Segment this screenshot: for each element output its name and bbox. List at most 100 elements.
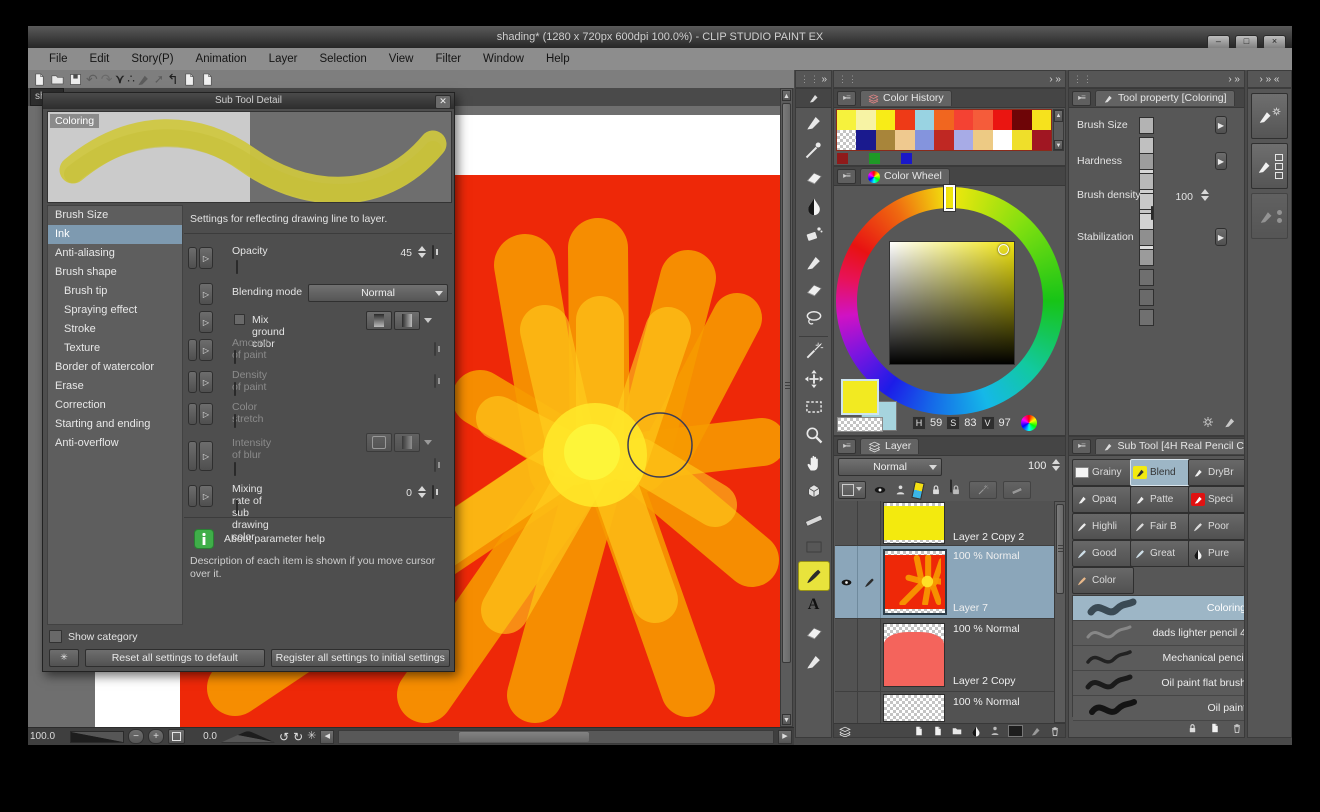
reset-view-icon[interactable]: ✳ — [307, 731, 316, 742]
title-bar[interactable]: shading* (1280 x 720px 600dpi 100.0%) - … — [28, 26, 1292, 48]
color-swatch[interactable] — [895, 110, 914, 130]
lock-settings-icon[interactable] — [1186, 722, 1199, 735]
menu-story[interactable]: Story(P) — [120, 53, 184, 65]
scroll-up-icon[interactable]: ▲ — [1054, 110, 1063, 122]
sv-square[interactable] — [889, 241, 1015, 365]
hscroll-right-icon[interactable]: ▶ — [778, 730, 792, 744]
category-anti-overflow[interactable]: Anti-overflow — [48, 434, 182, 453]
color-swatch[interactable] — [856, 110, 875, 130]
color-swatch[interactable] — [934, 130, 953, 150]
layer-opacity-value[interactable]: 100 — [1028, 460, 1046, 472]
subtool-color[interactable]: Color — [1072, 567, 1134, 594]
panel-menu-icon[interactable]: ▸≡ — [1072, 91, 1091, 106]
tool-text[interactable]: A — [799, 591, 829, 619]
category-spraying-effect[interactable]: Spraying effect — [48, 301, 182, 320]
snap-special-icon[interactable]: ∴ — [127, 72, 133, 86]
tool-pen-alt[interactable] — [799, 647, 829, 675]
mix-dropdown-icon[interactable] — [424, 318, 432, 327]
tool-ruler[interactable] — [799, 505, 829, 533]
menu-window[interactable]: Window — [472, 53, 535, 65]
reset-gear-icon[interactable]: ✳ — [49, 649, 79, 667]
expand-icon[interactable]: › » — [1049, 74, 1061, 85]
dock-tab-brush-size[interactable] — [1251, 193, 1288, 239]
hue-marker[interactable] — [944, 185, 955, 211]
category-brush-shape[interactable]: Brush shape — [48, 263, 182, 282]
tool-hand[interactable] — [799, 449, 829, 477]
tool-lasso[interactable] — [799, 304, 829, 332]
color-swatch[interactable] — [1032, 110, 1051, 130]
rotate-cw-icon[interactable]: ↻ — [293, 731, 303, 743]
brush-dads-lighter-pencil[interactable]: dads lighter pencil 4 — [1073, 621, 1245, 646]
stabilization-segments[interactable] — [1139, 229, 1155, 329]
category-anti-aliasing[interactable]: Anti-aliasing — [48, 244, 182, 263]
expand-icon[interactable]: › » — [1228, 74, 1240, 85]
dialog-close-icon[interactable]: ✕ — [435, 95, 451, 109]
lock-icon[interactable] — [929, 483, 943, 497]
subtool-poor[interactable]: Poor — [1188, 513, 1245, 540]
brush-coloring-selected[interactable]: Coloring — [1073, 596, 1245, 621]
canvas-hscrollbar[interactable] — [338, 730, 774, 744]
color-history-scrollbar[interactable]: ▲ ▼ — [1053, 109, 1064, 151]
layer-visibility-cell[interactable] — [835, 546, 858, 618]
mix-ground-color-checkbox[interactable] — [234, 314, 245, 325]
zoom-slider[interactable] — [70, 731, 124, 743]
layer-opacity-spinner[interactable] — [1050, 459, 1061, 471]
panel-menu-icon[interactable]: ▸≡ — [837, 169, 856, 184]
dock-tab-tool-property[interactable] — [1251, 93, 1288, 139]
new-vector-layer-icon[interactable] — [932, 725, 944, 737]
mixing-rate-spinner[interactable] — [416, 486, 427, 498]
color-swatch[interactable] — [1012, 130, 1031, 150]
opacity-value[interactable]: 45 — [388, 247, 412, 259]
paste-page-icon[interactable] — [200, 72, 215, 87]
tool-gradient[interactable] — [799, 533, 829, 561]
category-erase[interactable]: Erase — [48, 377, 182, 396]
panel-menu-icon[interactable]: ▸≡ — [837, 91, 856, 106]
opacity-dynamics-checkbox[interactable] — [432, 245, 434, 259]
subtool-special[interactable]: Speci — [1188, 486, 1245, 513]
merge-down-icon[interactable] — [989, 725, 1001, 737]
layer-blend-dropdown[interactable]: Normal — [838, 458, 942, 476]
detail-settings-gear-icon[interactable] — [1201, 415, 1215, 429]
dynamics-icon[interactable]: ▷ — [199, 247, 213, 269]
color-swatch[interactable] — [915, 110, 934, 130]
sv-selector[interactable] — [998, 244, 1009, 255]
scroll-up-icon[interactable]: ▲ — [782, 90, 791, 101]
hscroll-left-icon[interactable]: ◀ — [320, 730, 334, 744]
two-tone-pen-icon[interactable] — [911, 481, 924, 500]
subtool-grainy[interactable]: Grainy — [1072, 459, 1134, 486]
layer-visibility-cell[interactable] — [835, 619, 858, 691]
layer-scrollbar[interactable] — [1054, 501, 1066, 723]
combine-mode-icon[interactable] — [838, 481, 866, 499]
tool-marker[interactable] — [799, 248, 829, 276]
layer-row[interactable]: 100 % Normal — [835, 692, 1054, 723]
color-swatch[interactable] — [837, 110, 856, 130]
tool-rect-select[interactable] — [799, 393, 829, 421]
delete-layer-icon[interactable] — [1049, 725, 1061, 738]
save-icon[interactable] — [68, 72, 83, 87]
layer-draw-cell[interactable] — [858, 546, 881, 618]
category-brush-tip[interactable]: Brush tip — [48, 282, 182, 301]
layer-row-selected[interactable]: 100 % Normal Layer 7 — [835, 546, 1054, 619]
transparent-color-swatch[interactable] — [837, 417, 883, 432]
expand-icon[interactable]: » — [821, 74, 827, 85]
dynamics-icon[interactable]: ▷ — [199, 311, 213, 333]
subtool-pure[interactable]: Pure — [1188, 540, 1245, 567]
subtool-blend-selected[interactable]: Blend — [1130, 459, 1192, 486]
brush-density-slider[interactable] — [1151, 206, 1153, 220]
recent-color-swatch[interactable] — [869, 153, 880, 164]
subtool-opaque[interactable]: Opaq — [1072, 486, 1134, 513]
color-swatch[interactable] — [973, 130, 992, 150]
subtool-drybrush[interactable]: DryBr — [1188, 459, 1245, 486]
show-category-checkbox[interactable] — [49, 630, 62, 643]
panel-menu-icon[interactable]: ▸≡ — [1072, 439, 1091, 454]
color-swatch[interactable] — [934, 110, 953, 130]
hscroll-thumb[interactable] — [459, 732, 589, 742]
tool-object[interactable] — [799, 477, 829, 505]
layer-row[interactable]: 100 % Normal Layer 2 Copy — [835, 619, 1054, 692]
menu-filter[interactable]: Filter — [424, 53, 472, 65]
canvas-vscrollbar[interactable]: ▲ ▼ — [780, 88, 793, 727]
opacity-slider[interactable] — [236, 260, 238, 274]
dynamics-icon[interactable]: ▷ — [199, 485, 213, 507]
color-swatch[interactable] — [876, 130, 895, 150]
layer-visibility-cell[interactable] — [835, 692, 858, 723]
